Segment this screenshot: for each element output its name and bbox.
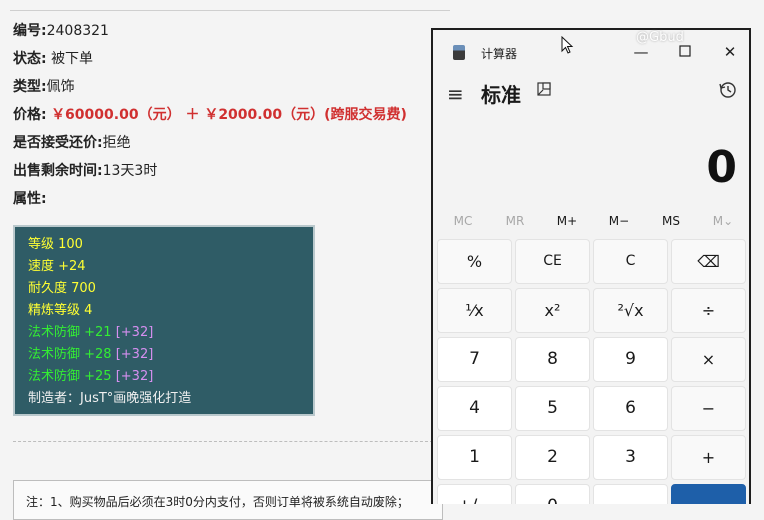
dashed-divider [13, 441, 433, 442]
counter-offer-label: 是否接受还价: [13, 135, 103, 151]
close-icon[interactable]: ✕ [714, 41, 746, 63]
hamburger-icon[interactable]: ≡ [447, 82, 464, 106]
decimal-button[interactable]: . [593, 484, 668, 504]
square-root-button[interactable]: ²√x [593, 288, 668, 333]
type-label: 类型: [13, 79, 47, 95]
calculator-display: 0 [706, 142, 737, 193]
calculator-app-icon [453, 45, 465, 60]
digit-8-button[interactable]: 8 [515, 337, 590, 382]
remaining-time-row: 出售剩余时间:13天3时 [13, 162, 157, 180]
keep-on-top-icon[interactable] [537, 82, 551, 96]
status-row: 状态: 被下单 [13, 50, 93, 68]
clear-button[interactable]: C [593, 239, 668, 284]
digit-6-button[interactable]: 6 [593, 386, 668, 431]
stat-durability: 耐久度 700 [28, 281, 96, 296]
add-button[interactable]: + [671, 435, 746, 480]
memory-list-button[interactable]: M⌄ [697, 214, 749, 228]
digit-1-button[interactable]: 1 [437, 435, 512, 480]
memory-clear-button[interactable]: MC [437, 214, 489, 228]
stat-magic-def-3-value: 法术防御 +25 [28, 369, 112, 384]
square-button[interactable]: x² [515, 288, 590, 333]
digit-3-button[interactable]: 3 [593, 435, 668, 480]
digit-2-button[interactable]: 2 [515, 435, 590, 480]
listing-id-label: 编号: [13, 23, 47, 39]
digit-5-button[interactable]: 5 [515, 386, 590, 431]
divide-button[interactable]: ÷ [671, 288, 746, 333]
stat-refine: 精炼等级 4 [28, 303, 93, 318]
digit-7-button[interactable]: 7 [437, 337, 512, 382]
purchase-notice: 注：1、购买物品后必须在3时0分内支付，否则订单将被系统自动废除； [13, 480, 443, 520]
digit-4-button[interactable]: 4 [437, 386, 512, 431]
stat-speed: 速度 +24 [28, 259, 86, 274]
type-row: 类型:佩饰 [13, 78, 75, 96]
multiply-button[interactable]: × [671, 337, 746, 382]
price-label: 价格: [13, 107, 47, 123]
stat-level: 等级 100 [28, 237, 83, 252]
remaining-time-value: 13天3时 [102, 163, 158, 179]
watermark-text: @Gbud [636, 30, 684, 45]
remaining-time-label: 出售剩余时间: [13, 163, 103, 179]
stat-magic-def-3-bonus: [+32] [115, 369, 154, 384]
backspace-icon[interactable]: ⌫ [671, 239, 746, 284]
negate-button[interactable]: +/− [437, 484, 512, 504]
history-icon[interactable] [719, 81, 737, 99]
stat-magic-def-2-value: 法术防御 +28 [28, 347, 112, 362]
status-value: 被下单 [51, 51, 94, 67]
memory-subtract-button[interactable]: M− [593, 214, 645, 228]
price-value: ￥60000.00（元） ＋ ￥2000.00（元）(跨服交易费) [51, 107, 407, 123]
attributes-row: 属性: [13, 190, 47, 208]
price-row: 价格: ￥60000.00（元） ＋ ￥2000.00（元）(跨服交易费) [13, 106, 407, 124]
calculator-window[interactable]: 计算器 — ✕ ≡ 标准 0 MC MR M+ M− MS M⌄ % CE C … [431, 28, 751, 504]
stat-maker: 制造者：JusT°画晚强化打造 [28, 391, 192, 406]
memory-add-button[interactable]: M+ [541, 214, 593, 228]
clear-entry-button[interactable]: CE [515, 239, 590, 284]
stat-magic-def-2: 法术防御 +28 [+32] [28, 347, 153, 363]
listing-id-row: 编号:2408321 [13, 22, 109, 40]
counter-offer-value: 拒绝 [102, 135, 131, 151]
calculator-titlebar[interactable]: 计算器 — ✕ [433, 30, 749, 74]
attributes-label: 属性: [13, 191, 47, 207]
digit-9-button[interactable]: 9 [593, 337, 668, 382]
mouse-cursor-icon [561, 36, 574, 54]
listing-id-value: 2408321 [46, 23, 109, 39]
stat-magic-def-1: 法术防御 +21 [+32] [28, 325, 153, 341]
stat-magic-def-3: 法术防御 +25 [+32] [28, 369, 153, 385]
calculator-app-title: 计算器 [481, 47, 518, 61]
item-stats-panel: 等级 100 速度 +24 耐久度 700 精炼等级 4 法术防御 +21 [+… [13, 225, 315, 416]
status-label: 状态: [13, 51, 47, 67]
equals-button[interactable]: = [671, 484, 746, 504]
counter-offer-row: 是否接受还价:拒绝 [13, 134, 131, 152]
reciprocal-button[interactable]: ¹⁄x [437, 288, 512, 333]
stat-magic-def-1-bonus: [+32] [115, 325, 154, 340]
stat-magic-def-1-value: 法术防御 +21 [28, 325, 112, 340]
calculator-mode-bar: ≡ 标准 [433, 78, 749, 110]
percent-button[interactable]: % [437, 239, 512, 284]
digit-0-button[interactable]: 0 [515, 484, 590, 504]
memory-row: MC MR M+ M− MS M⌄ [437, 214, 749, 234]
type-value: 佩饰 [46, 79, 75, 95]
stat-magic-def-2-bonus: [+32] [115, 347, 154, 362]
memory-store-button[interactable]: MS [645, 214, 697, 228]
subtract-button[interactable]: − [671, 386, 746, 431]
divider [10, 10, 450, 11]
calculator-mode-title: 标准 [481, 83, 521, 107]
memory-recall-button[interactable]: MR [489, 214, 541, 228]
